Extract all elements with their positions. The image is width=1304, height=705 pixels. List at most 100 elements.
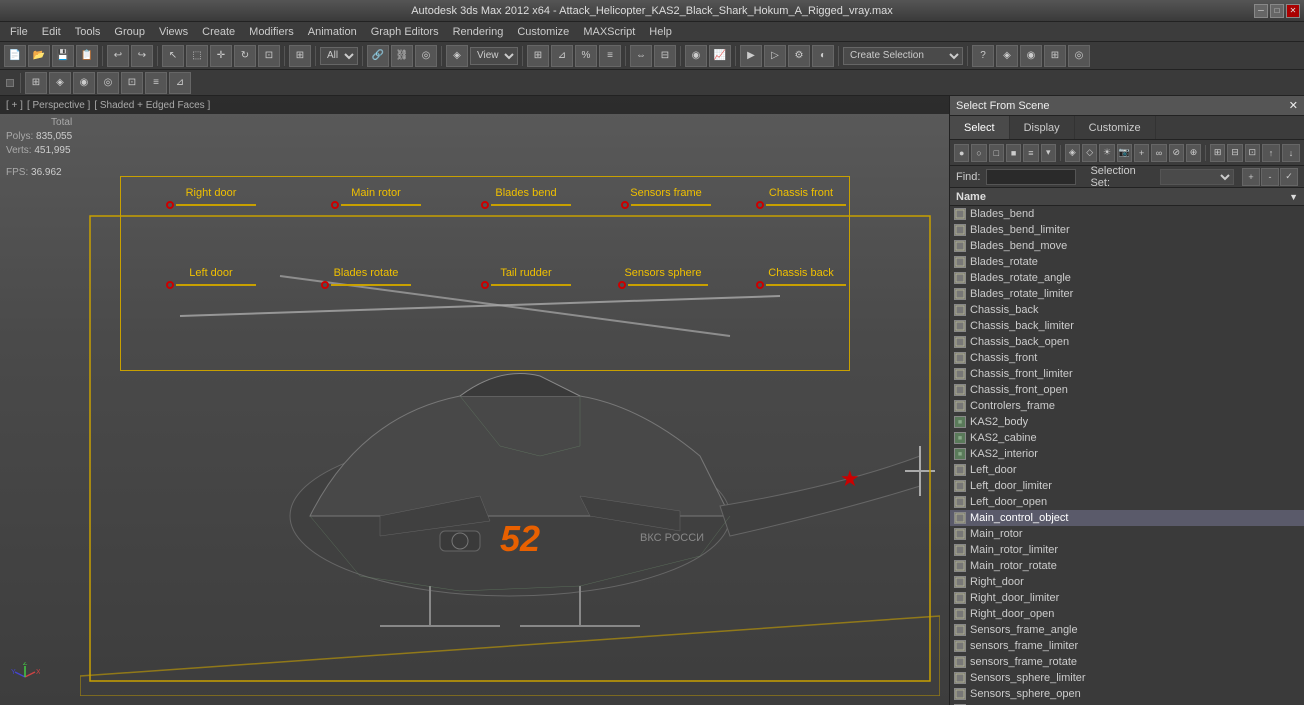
tb-link[interactable]: 🔗 [367, 45, 389, 67]
tb-snap[interactable]: ⊞ [527, 45, 549, 67]
list-item[interactable]: ■KAS2_interior [950, 446, 1304, 462]
tb-new[interactable]: 📄 [4, 45, 26, 67]
list-item[interactable]: Chassis_back_limiter [950, 318, 1304, 334]
control-tail-rudder[interactable]: Tail rudder [481, 267, 571, 289]
tb-angle-snap[interactable]: ⊿ [551, 45, 573, 67]
tb-create-selection[interactable]: Create Selection [843, 47, 963, 65]
tab-display[interactable]: Display [1010, 116, 1075, 139]
sfs-tb-space[interactable]: ∞ [1151, 144, 1166, 162]
control-sensors-frame[interactable]: Sensors frame [621, 187, 711, 209]
menu-rendering[interactable]: Rendering [447, 25, 510, 39]
tb-scale[interactable]: ⊡ [258, 45, 280, 67]
sfs-tb-box[interactable]: □ [989, 144, 1004, 162]
menu-graph-editors[interactable]: Graph Editors [365, 25, 445, 39]
tb2-key4[interactable]: ◎ [97, 72, 119, 94]
sfs-tb-circle2[interactable]: ○ [971, 144, 986, 162]
tb-extra2[interactable]: ◉ [1020, 45, 1042, 67]
tb-view-mode[interactable]: ◈ [446, 45, 468, 67]
minimize-button[interactable]: ─ [1254, 4, 1268, 18]
tb-ref-coord[interactable]: ⊞ [289, 45, 311, 67]
sfs-tb-bone[interactable]: ⊘ [1169, 144, 1184, 162]
tb2-key5[interactable]: ⊡ [121, 72, 143, 94]
list-item[interactable]: Sensors_sphere_open [950, 686, 1304, 702]
menu-views[interactable]: Views [153, 25, 194, 39]
tb-bind[interactable]: ◎ [415, 45, 437, 67]
list-item[interactable]: Right_door_limiter [950, 590, 1304, 606]
list-item[interactable]: Main_rotor_rotate [950, 558, 1304, 574]
sfs-tb-sort2[interactable]: ↓ [1282, 144, 1300, 162]
tb-render-activeshade[interactable]: ◐ [812, 45, 834, 67]
list-item[interactable]: Blades_rotate_limiter [950, 286, 1304, 302]
sfs-tb-filter[interactable]: ▾ [1041, 144, 1056, 162]
sfs-ss-btn2[interactable]: - [1261, 168, 1279, 186]
menu-group[interactable]: Group [108, 25, 151, 39]
tb2-key1[interactable]: ⊞ [25, 72, 47, 94]
list-item[interactable]: Main_control_object [950, 510, 1304, 526]
control-chassis-front[interactable]: Chassis front [756, 187, 846, 209]
sfs-tb-none[interactable]: ⊟ [1227, 144, 1242, 162]
viewport-perspective[interactable]: [ + ] [ Perspective ] [ Shaded + Edged F… [0, 96, 949, 705]
tb2-key7[interactable]: ⊿ [169, 72, 191, 94]
list-item[interactable]: Blades_bend_move [950, 238, 1304, 254]
menu-maxscript[interactable]: MAXScript [577, 25, 641, 39]
menu-file[interactable]: File [4, 25, 34, 39]
control-chassis-back[interactable]: Chassis back [756, 267, 846, 289]
tb-render-frame[interactable]: ▷ [764, 45, 786, 67]
sfs-object-list[interactable]: Blades_bendBlades_bend_limiterBlades_ben… [950, 206, 1304, 705]
tb2-key6[interactable]: ≡ [145, 72, 167, 94]
tb-extra1[interactable]: ◈ [996, 45, 1018, 67]
control-main-rotor[interactable]: Main rotor [331, 187, 421, 209]
tb-save-as[interactable]: 📋 [76, 45, 98, 67]
tab-customize[interactable]: Customize [1075, 116, 1156, 139]
find-input[interactable] [986, 169, 1076, 185]
tb2-key3[interactable]: ◉ [73, 72, 95, 94]
sfs-tb-all2[interactable]: ⊞ [1210, 144, 1225, 162]
tb-mirror[interactable]: ⇔ [630, 45, 652, 67]
tb-select-region[interactable]: ⬚ [186, 45, 208, 67]
menu-modifiers[interactable]: Modifiers [243, 25, 300, 39]
sfs-tb-sort1[interactable]: ↑ [1262, 144, 1280, 162]
maximize-button[interactable]: □ [1270, 4, 1284, 18]
list-item[interactable]: Chassis_front_open [950, 382, 1304, 398]
menu-tools[interactable]: Tools [69, 25, 107, 39]
list-item[interactable]: Controlers_frame [950, 398, 1304, 414]
tb-unlink[interactable]: ⛓ [391, 45, 413, 67]
selset-dropdown[interactable] [1160, 169, 1234, 185]
list-item[interactable]: sensors_frame_limiter [950, 638, 1304, 654]
menu-help[interactable]: Help [643, 25, 678, 39]
sfs-ss-btn1[interactable]: + [1242, 168, 1260, 186]
list-item[interactable]: Sensors_sphere_limiter [950, 670, 1304, 686]
menu-create[interactable]: Create [196, 25, 241, 39]
control-blades-rotate[interactable]: Blades rotate [321, 267, 411, 289]
tb-extra4[interactable]: ◎ [1068, 45, 1090, 67]
close-button[interactable]: ✕ [1286, 4, 1300, 18]
sfs-tb-invert[interactable]: ⊡ [1245, 144, 1260, 162]
tb-help[interactable]: ? [972, 45, 994, 67]
menu-edit[interactable]: Edit [36, 25, 67, 39]
tb-rotate[interactable]: ↻ [234, 45, 256, 67]
sfs-tb-light[interactable]: ☀ [1099, 144, 1114, 162]
tb-render[interactable]: ▶ [740, 45, 762, 67]
list-item[interactable]: Right_door_open [950, 606, 1304, 622]
list-item[interactable]: Sensors_frame_angle [950, 622, 1304, 638]
list-item[interactable]: sensors_frame_rotate [950, 654, 1304, 670]
tb-redo[interactable]: ↪ [131, 45, 153, 67]
list-item[interactable]: Chassis_front_limiter [950, 366, 1304, 382]
list-item[interactable]: Main_rotor [950, 526, 1304, 542]
tb-material[interactable]: ◉ [685, 45, 707, 67]
list-item[interactable]: Main_rotor_limiter [950, 542, 1304, 558]
tb-view-select[interactable]: View [470, 47, 518, 65]
sfs-tb-shape[interactable]: ◇ [1082, 144, 1097, 162]
sfs-tb-helper[interactable]: + [1134, 144, 1149, 162]
tb-select[interactable]: ↖ [162, 45, 184, 67]
tb-spinner-snap[interactable]: ≡ [599, 45, 621, 67]
tab-select[interactable]: Select [950, 116, 1010, 139]
list-item[interactable]: Chassis_front [950, 350, 1304, 366]
tb-open[interactable]: 📂 [28, 45, 50, 67]
list-item[interactable]: ■KAS2_body [950, 414, 1304, 430]
sfs-tb-geom[interactable]: ◈ [1065, 144, 1080, 162]
list-item[interactable]: ■KAS2_cabine [950, 430, 1304, 446]
list-item[interactable]: Blades_bend_limiter [950, 222, 1304, 238]
tb2-key2[interactable]: ◈ [49, 72, 71, 94]
sfs-tb-particle[interactable]: ⊕ [1186, 144, 1201, 162]
